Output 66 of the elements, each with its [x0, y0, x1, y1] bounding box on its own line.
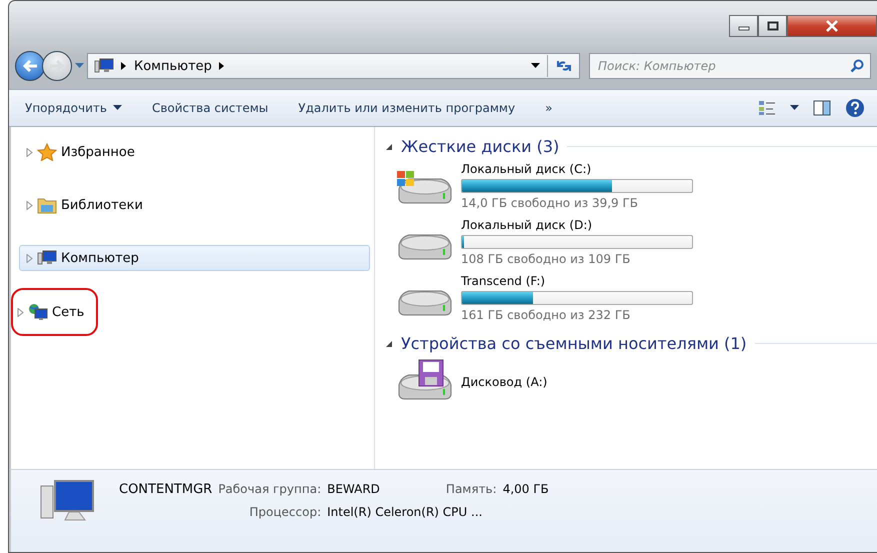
detail-value: BEWARD: [327, 482, 380, 496]
expand-arrow-icon[interactable]: [26, 148, 33, 156]
collapse-arrow-icon[interactable]: [385, 340, 393, 348]
search-input[interactable]: Поиск: Компьютер: [596, 58, 850, 74]
star-icon: [37, 143, 57, 161]
toolbar-button[interactable]: Удалить или изменить программу: [290, 97, 524, 119]
close-icon: [825, 20, 839, 32]
detail-value: Intel(R) Celeron(R) CPU ...: [327, 505, 484, 519]
free-space-text: 14,0 ГБ свободно из 39,9 ГБ: [461, 196, 640, 210]
maximize-icon: [766, 21, 778, 31]
toolbar-button[interactable]: Упорядочить: [17, 97, 130, 119]
expand-arrow-icon[interactable]: [17, 308, 24, 316]
address-bar[interactable]: Компьютер: [87, 53, 580, 79]
collapse-arrow-icon[interactable]: [385, 142, 393, 150]
drive-name: Transcend (F:): [461, 274, 546, 288]
breadcrumb-arrow-icon[interactable]: [121, 62, 127, 70]
dropdown-arrow-icon[interactable]: [531, 63, 540, 69]
forward-button[interactable]: [42, 51, 72, 81]
detail-label: Процессор:: [249, 505, 322, 519]
close-button[interactable]: [787, 15, 877, 37]
network-globe-icon: [28, 303, 48, 321]
detail-value: 4,00 ГБ: [502, 482, 549, 496]
drive-item[interactable]: Transcend (F:) 161 ГБ свободно из 232 ГБ: [395, 274, 877, 322]
drive-name: Локальный диск (D:): [461, 218, 594, 232]
computer-icon: [37, 249, 57, 267]
search-field[interactable]: Поиск: Компьютер: [589, 53, 871, 79]
forward-arrow-icon: [49, 59, 65, 73]
preview-pane-icon[interactable]: [813, 100, 831, 116]
group-heading[interactable]: Устройства со съемными носителями (1): [401, 334, 747, 353]
free-space-text: 161 ГБ свободно из 232 ГБ: [461, 308, 632, 322]
sidebar-label: Сеть: [52, 304, 84, 320]
drive-item[interactable]: Локальный диск (C:) 14,0 ГБ свободно из 39,9 ГБ: [395, 162, 877, 210]
caret-icon: [112, 105, 122, 111]
maximize-button[interactable]: [758, 15, 787, 37]
back-arrow-icon: [22, 59, 38, 73]
computer-name: CONTENTMGR: [119, 482, 212, 497]
expand-arrow-icon[interactable]: [26, 200, 33, 210]
sidebar-item[interactable]: Сеть: [11, 288, 98, 336]
sidebar-label: Компьютер: [61, 250, 139, 266]
sidebar-label: Библиотеки: [61, 198, 143, 212]
free-space-text: 108 ГБ свободно из 109 ГБ: [461, 252, 632, 266]
drive-item[interactable]: Локальный диск (D:) 108 ГБ свободно из 109 ГБ: [395, 218, 877, 266]
sidebar-label: Избранное: [61, 144, 135, 160]
detail-label: Память:: [446, 482, 497, 496]
drive-item[interactable]: Дисковод (A:): [395, 359, 877, 405]
minimize-button[interactable]: [729, 15, 758, 37]
drive-name: Дисковод (A:): [461, 375, 548, 389]
history-dropdown-icon[interactable]: [75, 63, 84, 69]
breadcrumb-arrow-icon[interactable]: [218, 62, 225, 70]
group-heading[interactable]: Жесткие диски (3): [401, 137, 560, 156]
back-button[interactable]: [15, 51, 45, 81]
computer-icon: [94, 58, 114, 74]
breadcrumb[interactable]: Компьютер: [134, 58, 212, 74]
folder-icon: [37, 196, 57, 214]
sidebar-item[interactable]: Библиотеки: [19, 192, 150, 218]
sidebar-item[interactable]: Компьютер: [19, 245, 370, 271]
toolbar-button[interactable]: Свойства системы: [144, 97, 276, 119]
refresh-icon[interactable]: [555, 59, 573, 73]
caret-icon[interactable]: [790, 105, 799, 111]
view-options-icon[interactable]: [758, 100, 776, 116]
search-icon: [850, 59, 864, 73]
toolbar-button[interactable]: »: [537, 97, 560, 119]
help-icon[interactable]: [845, 98, 865, 118]
detail-label: Рабочая группа:: [218, 482, 322, 496]
drive-name: Локальный диск (C:): [461, 162, 592, 176]
sidebar-item[interactable]: Избранное: [19, 139, 142, 165]
